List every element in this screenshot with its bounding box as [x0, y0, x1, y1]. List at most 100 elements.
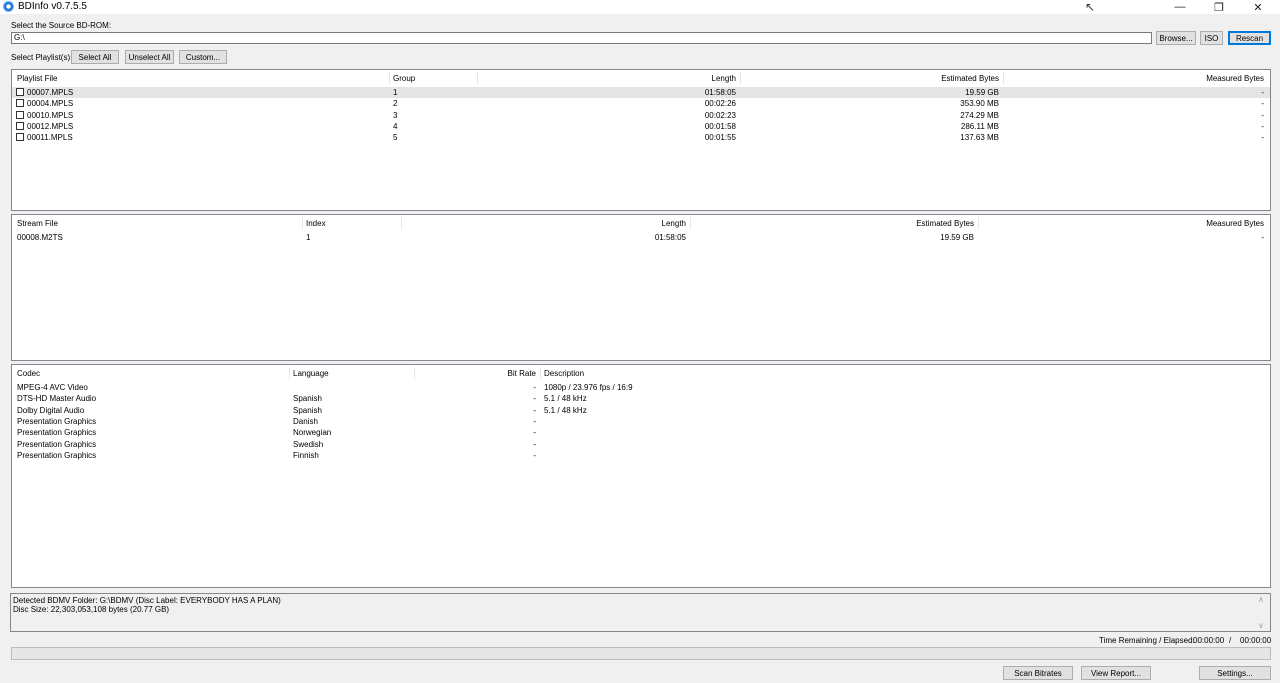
playlist-file: 00004.MPLS [27, 99, 74, 109]
time-elapsed-value: 00:00:00 [1240, 636, 1272, 645]
playlist-measured-bytes: - [1261, 133, 1264, 143]
playlist-group: 2 [393, 99, 398, 109]
col-description[interactable]: Description [544, 368, 584, 379]
scan-bitrates-button[interactable]: Scan Bitrates [1003, 666, 1073, 680]
scan-progress-bar [11, 647, 1271, 660]
col-length[interactable]: Length [478, 73, 736, 84]
codec-name: Presentation Graphics [17, 450, 97, 460]
mouse-pointer-icon: ↖ [1085, 0, 1096, 14]
stream-table[interactable]: Stream File Index Length Estimated Bytes… [11, 214, 1271, 361]
codec-row[interactable]: Dolby Digital Audio Spanish -5.1 / 48 kHz [12, 405, 1270, 416]
playlist-row[interactable]: 00007.MPLS 1 01:58:05 19.59 GB - [12, 87, 1270, 98]
minimize-icon: — [1174, 1, 1186, 13]
codec-language: Danish [293, 416, 318, 426]
source-path-input[interactable]: G:\ [11, 32, 1152, 44]
unselect-all-button[interactable]: Unselect All [125, 50, 174, 64]
playlist-checkbox[interactable] [16, 99, 24, 108]
scroll-down-icon[interactable]: ∨ [1258, 621, 1264, 630]
playlist-file: 00012.MPLS [27, 121, 74, 131]
playlist-length: 00:02:23 [704, 110, 736, 120]
col-index[interactable]: Index [306, 218, 326, 229]
close-button[interactable]: ✕ [1240, 0, 1276, 14]
col-estimated-bytes[interactable]: Estimated Bytes [741, 73, 999, 84]
playlist-checkbox[interactable] [16, 133, 24, 142]
close-icon: ✕ [1253, 1, 1263, 14]
codec-name: DTS-HD Master Audio [17, 394, 97, 404]
source-label: Select the Source BD-ROM: [11, 21, 112, 30]
col-measured-bytes[interactable]: Measured Bytes [1004, 73, 1264, 84]
playlist-estimated-bytes: 353.90 MB [960, 99, 999, 109]
codec-bit-rate: - [533, 405, 536, 415]
status-line-size: Disc Size: 22,303,053,108 bytes (20.77 G… [13, 605, 170, 614]
codec-language: Swedish [293, 439, 324, 449]
playlist-measured-bytes: - [1261, 121, 1264, 131]
stream-measured-bytes: - [1261, 233, 1264, 242]
stream-index: 1 [306, 233, 311, 242]
playlist-row[interactable]: 00012.MPLS 4 00:01:58 286.11 MB - [12, 121, 1270, 132]
playlist-table[interactable]: Playlist File Group Length Estimated Byt… [11, 69, 1271, 211]
playlist-row[interactable]: 00011.MPLS 5 00:01:55 137.63 MB - [12, 132, 1270, 143]
playlist-file: 00007.MPLS [27, 88, 74, 97]
codec-language: Finnish [293, 450, 319, 460]
rescan-button[interactable]: Rescan [1228, 31, 1271, 45]
codec-bit-rate: - [533, 439, 536, 449]
codec-row[interactable]: Presentation Graphics Danish - [12, 416, 1270, 427]
status-scrollbar[interactable]: ∧ ∨ [1255, 595, 1269, 630]
col-stream-measured-bytes[interactable]: Measured Bytes [979, 218, 1264, 229]
playlist-group: 4 [393, 121, 398, 131]
codec-description: 1080p / 23.976 fps / 16:9 [544, 383, 633, 392]
view-report-button[interactable]: View Report... [1081, 666, 1151, 680]
playlist-row[interactable]: 00010.MPLS 3 00:02:23 274.29 MB - [12, 110, 1270, 121]
col-language[interactable]: Language [293, 368, 329, 379]
stream-estimated-bytes: 19.59 GB [940, 233, 974, 242]
codec-row[interactable]: DTS-HD Master Audio Spanish -5.1 / 48 kHz [12, 393, 1270, 404]
playlist-checkbox[interactable] [16, 88, 24, 96]
codec-name: Presentation Graphics [17, 439, 97, 449]
codec-bit-rate: - [533, 383, 536, 392]
stream-row[interactable]: 00008.M2TS 1 01:58:05 19.59 GB - [12, 232, 1270, 243]
col-playlist-file[interactable]: Playlist File [17, 73, 57, 84]
time-remaining-value: 00:00:00 [1193, 636, 1225, 645]
status-log[interactable]: Detected BDMV Folder: G:\BDMV (Disc Labe… [10, 593, 1271, 632]
codec-row[interactable]: Presentation Graphics Finnish - [12, 450, 1270, 461]
playlist-estimated-bytes: 137.63 MB [960, 133, 999, 143]
codec-bit-rate: - [533, 394, 536, 404]
settings-button[interactable]: Settings... [1199, 666, 1271, 680]
restore-button[interactable]: ❐ [1201, 0, 1237, 14]
codec-row[interactable]: Presentation Graphics Norwegian - [12, 427, 1270, 438]
playlist-checkbox[interactable] [16, 121, 24, 130]
col-stream-estimated-bytes[interactable]: Estimated Bytes [691, 218, 974, 229]
window-title: BDInfo v0.7.5.5 [18, 1, 87, 12]
playlist-estimated-bytes: 19.59 GB [965, 88, 999, 97]
col-stream-file[interactable]: Stream File [17, 218, 58, 229]
codec-language: Spanish [293, 394, 322, 404]
restore-icon: ❐ [1214, 1, 1224, 14]
time-remaining-elapsed-label: Time Remaining / Elapsed: [1099, 636, 1195, 645]
playlist-length: 00:01:58 [704, 121, 736, 131]
playlist-measured-bytes: - [1261, 110, 1264, 120]
minimize-button[interactable]: — [1162, 0, 1198, 14]
col-bit-rate[interactable]: Bit Rate [415, 368, 536, 379]
codec-table[interactable]: Codec Language Bit Rate Description MPEG… [11, 364, 1271, 588]
playlist-measured-bytes: - [1261, 88, 1264, 97]
playlist-estimated-bytes: 274.29 MB [960, 110, 999, 120]
stream-file: 00008.M2TS [17, 233, 63, 242]
playlist-length: 01:58:05 [704, 88, 736, 97]
scroll-up-icon[interactable]: ∧ [1258, 595, 1264, 604]
stream-length: 01:58:05 [654, 233, 686, 242]
codec-row[interactable]: MPEG-4 AVC Video -1080p / 23.976 fps / 16… [12, 382, 1270, 393]
col-group[interactable]: Group [393, 73, 415, 84]
col-stream-length[interactable]: Length [402, 218, 686, 229]
iso-button[interactable]: ISO [1200, 31, 1223, 45]
playlist-checkbox[interactable] [16, 110, 24, 119]
codec-row[interactable]: Presentation Graphics Swedish - [12, 439, 1270, 450]
playlist-file: 00011.MPLS [27, 133, 73, 143]
codec-name: MPEG-4 AVC Video [17, 383, 88, 392]
playlist-row[interactable]: 00004.MPLS 2 00:02:26 353.90 MB - [12, 98, 1270, 109]
playlist-length: 00:01:55 [704, 133, 736, 143]
codec-name: Presentation Graphics [17, 428, 97, 438]
select-all-button[interactable]: Select All [71, 50, 119, 64]
browse-button[interactable]: Browse... [1156, 31, 1196, 45]
custom-button[interactable]: Custom... [179, 50, 227, 64]
col-codec[interactable]: Codec [17, 368, 40, 379]
